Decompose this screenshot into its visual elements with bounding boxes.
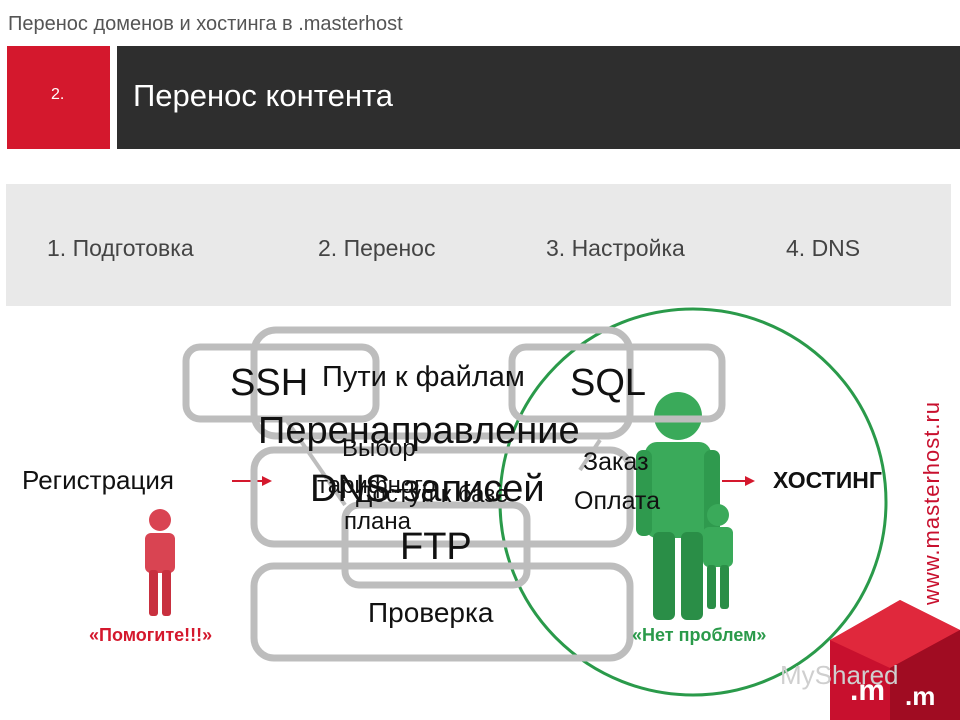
ssh-label: SSH xyxy=(230,362,309,404)
watermark: MyShared xyxy=(780,660,899,690)
registration-label: Регистрация xyxy=(22,465,174,495)
payment-label: Оплата xyxy=(574,487,660,515)
choose-plan-line1: Выбор xyxy=(342,435,416,462)
svg-text:.m: .m xyxy=(905,681,935,711)
order-label: Заказ xyxy=(583,448,649,476)
red-person-icon xyxy=(145,509,175,616)
website-url: www.masterhost.ru xyxy=(892,380,960,640)
help-quote: «Помогите!!!» xyxy=(89,625,213,645)
check-label: Проверка xyxy=(368,597,494,628)
paths-label: Пути к файлам xyxy=(322,361,525,393)
no-problem-quote: «Нет проблем» xyxy=(632,625,767,645)
redirect-label: Перенаправление xyxy=(258,410,580,452)
arrow-right-head xyxy=(745,476,755,486)
arrow-left-head xyxy=(262,476,272,486)
sql-label: SQL xyxy=(570,362,647,404)
hosting-label: ХОСТИНГ xyxy=(773,467,882,493)
ftp-label: FTP xyxy=(400,526,472,568)
website-url-text: www.masterhost.ru xyxy=(919,400,944,606)
db-access-label: Доступ к базе xyxy=(356,481,509,508)
